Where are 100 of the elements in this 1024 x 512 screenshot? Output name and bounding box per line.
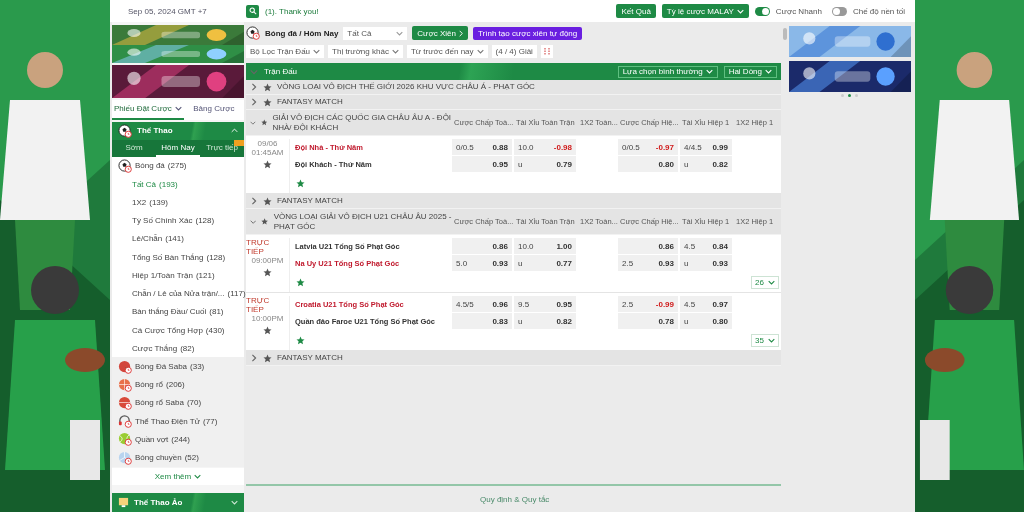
- filter-dropdown[interactable]: Từ trước đến nay: [406, 44, 488, 58]
- view-dropdown[interactable]: Hai Dòng: [723, 65, 777, 78]
- star-icon[interactable]: [263, 160, 272, 169]
- odds-cell[interactable]: 10.0 -0.98: [514, 139, 576, 155]
- results-button[interactable]: Kết Quả: [616, 4, 656, 18]
- match-time: 01:45AM: [251, 148, 284, 157]
- toggle-label: Cược Nhanh: [775, 6, 822, 16]
- tab[interactable]: Bảng Cược: [183, 100, 244, 120]
- caret-icon: [391, 48, 399, 54]
- star-icon[interactable]: [263, 196, 272, 206]
- star-icon[interactable]: [296, 335, 305, 345]
- sport-item[interactable]: Thể Thao Điện Tử (77): [112, 412, 244, 431]
- section-title: Thể Thao: [137, 126, 174, 136]
- sport-item[interactable]: Quần vợt (244): [112, 430, 244, 449]
- odds-cell[interactable]: 5.0 0.93: [452, 255, 512, 271]
- odds-cell[interactable]: 10.0 1.00: [514, 238, 576, 254]
- announcement-text: (1). Thank you!: [265, 6, 320, 16]
- toggle-switch[interactable]: [831, 6, 847, 16]
- odds-cell[interactable]: u 0.77: [514, 255, 576, 271]
- caret-icon: [231, 128, 238, 134]
- tab[interactable]: Sớm: [112, 140, 156, 157]
- basketball-icon: [118, 377, 132, 392]
- league-row[interactable]: FANTASY MATCH: [246, 95, 781, 110]
- date-time: Sep 05, 2024 GMT +7: [128, 6, 208, 16]
- market-item[interactable]: 1X2 (139): [112, 193, 244, 212]
- odds-cell[interactable]: 2.5 0.93: [618, 255, 678, 271]
- soccer-ball-icon: [118, 158, 132, 173]
- odds-cell[interactable]: 2.5 -0.99: [618, 296, 678, 312]
- chevron-icon[interactable]: [250, 197, 258, 205]
- odds-cell[interactable]: 0.83: [452, 313, 512, 329]
- odds-cell[interactable]: 0/0.5 -0.97: [618, 139, 678, 155]
- odds-cell[interactable]: 0.86: [452, 238, 512, 254]
- caret-icon: [174, 106, 182, 112]
- rules-link[interactable]: Quy định & Quy tắc: [480, 494, 550, 504]
- star-icon[interactable]: [263, 326, 272, 335]
- filter-dropdown[interactable]: Bộ Lọc Trận Đấu: [246, 44, 325, 58]
- market-item[interactable]: Cược Thắng (82): [112, 339, 244, 358]
- show-more-button[interactable]: Xem thêm: [112, 467, 244, 486]
- section-header[interactable]: Thể Thao: [112, 121, 244, 141]
- match-time: 10:00PM: [251, 314, 284, 323]
- star-icon[interactable]: [263, 353, 272, 363]
- odds-cell[interactable]: 0.78: [618, 313, 678, 329]
- market-item[interactable]: Hiệp 1/Toàn Trận (121): [112, 266, 244, 285]
- section-title: Thể Thao Ảo: [134, 498, 184, 508]
- odds-cell[interactable]: u 0.82: [680, 156, 732, 172]
- sport-item[interactable]: Bóng Đá Saba (33): [112, 357, 244, 376]
- search-button[interactable]: [246, 4, 259, 18]
- odds-cell[interactable]: u 0.82: [514, 313, 576, 329]
- tennis-ball-icon: [118, 432, 132, 447]
- odds-cell[interactable]: 4.5/5 0.96: [452, 296, 512, 312]
- star-icon[interactable]: [296, 277, 305, 287]
- scrollbar[interactable]: [783, 28, 787, 40]
- star-icon[interactable]: [263, 268, 272, 277]
- toggle-label: Chế độ nền tối: [852, 6, 905, 16]
- more-markets-dropdown[interactable]: 26: [751, 275, 779, 289]
- tab[interactable]: Trực tiếp: [200, 140, 244, 157]
- chevron-icon[interactable]: [250, 354, 258, 362]
- volleyball-icon: [118, 450, 132, 465]
- odds-cell[interactable]: 0.95: [452, 156, 512, 172]
- soccer-ball-icon: [118, 359, 132, 374]
- star-icon[interactable]: [263, 82, 272, 92]
- breadcrumb: Bóng đá / Hôm Nay: [265, 28, 339, 38]
- caret-icon: [768, 337, 775, 343]
- more-markets-dropdown[interactable]: 35: [751, 333, 779, 347]
- parlay-button[interactable]: Cược Xiên: [412, 26, 468, 40]
- auto-parlay-button[interactable]: Trình tạo cược xiên tự động: [472, 26, 583, 40]
- odds-cell[interactable]: 0/0.5 0.88: [452, 139, 512, 155]
- market-select[interactable]: Tất Cả: [343, 26, 408, 40]
- league-row[interactable]: VÒNG LOẠI VÔ ĐỊCH THẾ GIỚI 2026 KHU VỰC CHÂU Á - PHẠT GÓC: [246, 80, 781, 95]
- star-icon[interactable]: [260, 118, 268, 127]
- section-header[interactable]: Thể Thao Ảo: [112, 493, 244, 512]
- odds-cell[interactable]: 4.5 0.97: [680, 296, 732, 312]
- odds-cell[interactable]: 4.5 0.84: [680, 238, 732, 254]
- market-item[interactable]: Tổng Số Bàn Thắng (128): [112, 248, 244, 267]
- star-icon[interactable]: [263, 97, 272, 107]
- league-row[interactable]: FANTASY MATCH: [246, 351, 781, 366]
- odds-cell[interactable]: u 0.93: [680, 255, 732, 271]
- league-row[interactable]: FANTASY MATCH: [246, 194, 781, 209]
- caret-icon: [705, 69, 713, 74]
- odds-cell[interactable]: 0.86: [618, 238, 678, 254]
- odds-type-dropdown[interactable]: Tỷ lệ cược MALAY: [661, 4, 749, 18]
- toggle-switch[interactable]: [754, 6, 770, 16]
- star-icon[interactable]: [261, 217, 269, 226]
- star-icon[interactable]: [296, 178, 305, 188]
- caret-icon: [768, 279, 775, 285]
- market-item[interactable]: Tất Cả (193): [112, 175, 244, 194]
- odds-cell[interactable]: 9.5 0.95: [514, 296, 576, 312]
- odds-cell[interactable]: u 0.79: [514, 156, 576, 172]
- view-dropdown[interactable]: Lựa chọn bình thường: [617, 65, 718, 78]
- monitor-icon: [118, 497, 129, 509]
- odds-cell[interactable]: u 0.80: [680, 313, 732, 329]
- odds-cell[interactable]: 0.80: [618, 156, 678, 172]
- match-status: TRỰC TIẾP: [246, 238, 271, 256]
- soccer-ball-icon: [118, 123, 132, 138]
- odds-cell[interactable]: 4/4.5 0.99: [680, 139, 732, 155]
- filter-dropdown[interactable]: Thị trường khác: [328, 44, 403, 58]
- soccer-ball-icon: [246, 26, 260, 40]
- chevron-icon[interactable]: [250, 217, 257, 226]
- headset-icon: [118, 414, 132, 429]
- tab[interactable]: Phiếu Đặt Cược: [112, 100, 184, 120]
